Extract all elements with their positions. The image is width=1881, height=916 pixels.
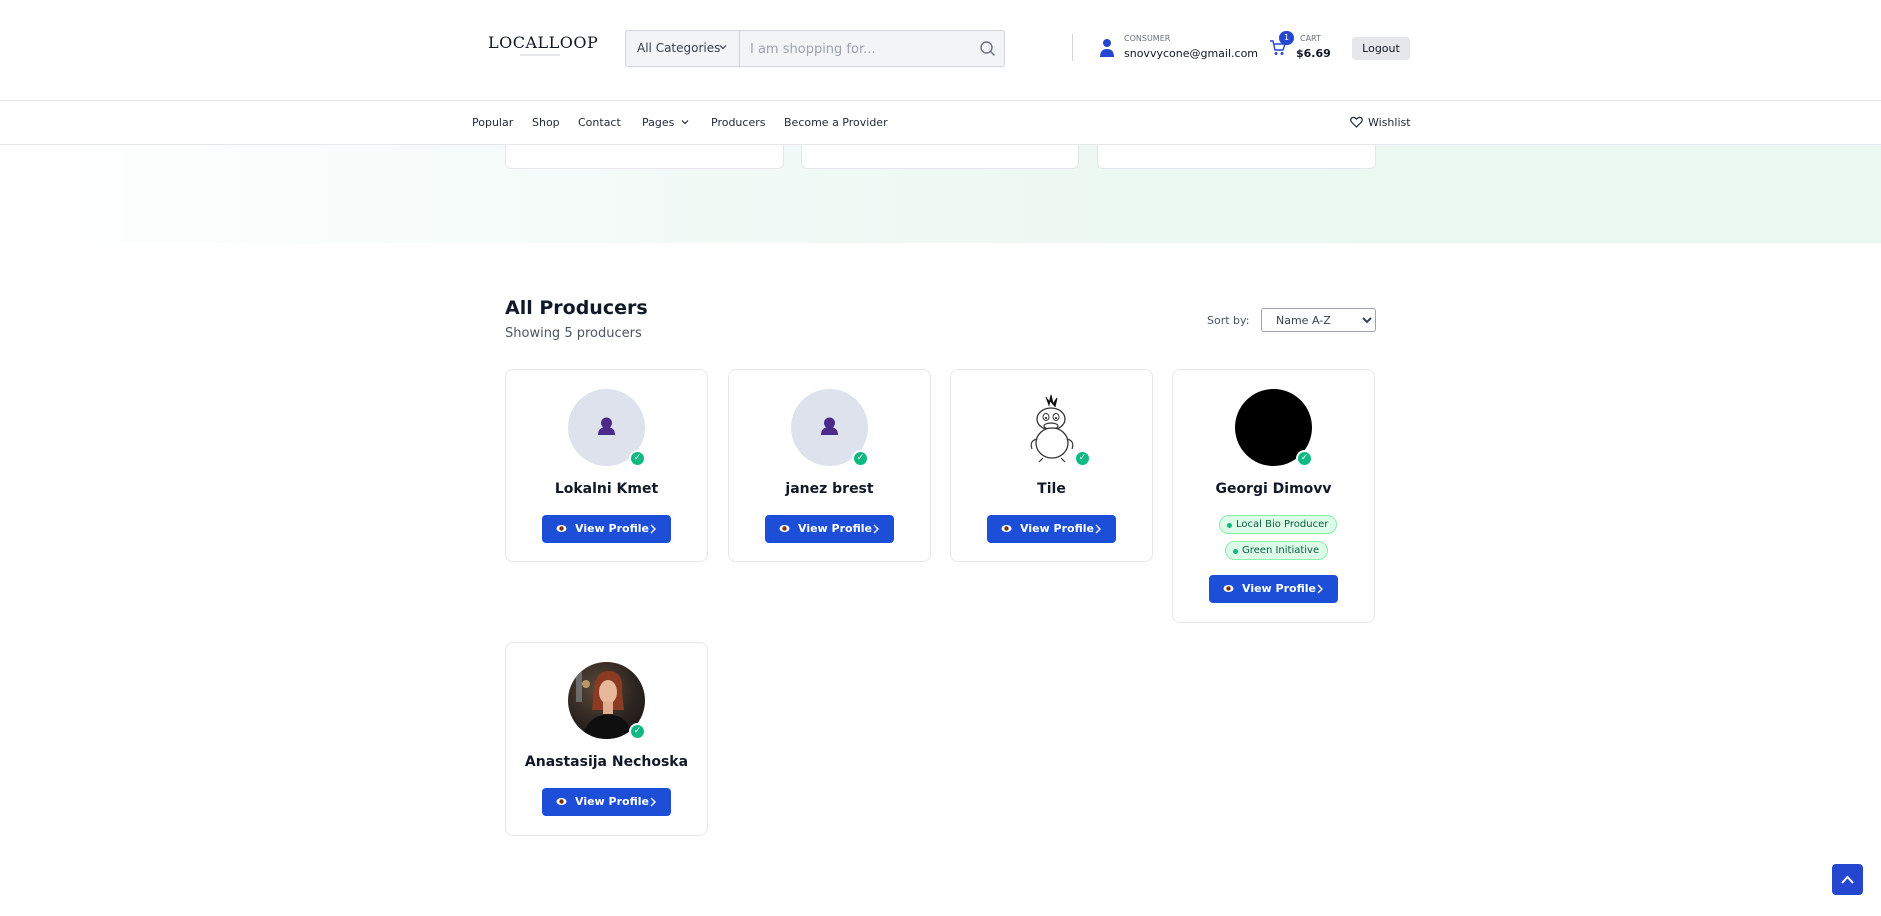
sort-select[interactable]: Name A-Z bbox=[1261, 308, 1376, 332]
logo-tagline-line bbox=[520, 54, 560, 56]
eye-icon bbox=[1001, 525, 1012, 532]
view-profile-button[interactable]: View Profile bbox=[1209, 575, 1338, 603]
user-icon[interactable] bbox=[1099, 38, 1115, 58]
producer-card: ✓ Anastasija Nechoska View Profile bbox=[505, 642, 708, 836]
chevron-right-icon bbox=[650, 524, 656, 534]
heart-icon bbox=[1350, 116, 1363, 128]
cart-count-badge: 1 bbox=[1279, 31, 1294, 45]
nav-item-popular[interactable]: Popular bbox=[472, 116, 513, 129]
site-logo[interactable]: LOCALLOOP bbox=[488, 33, 598, 52]
chevron-down-icon bbox=[718, 42, 728, 55]
view-profile-label: View Profile bbox=[1020, 522, 1094, 535]
producer-card: ✓ Georgi Dimovv Local Bio Producer Green… bbox=[1172, 369, 1375, 623]
section-subtitle: Showing 5 producers bbox=[505, 326, 642, 341]
main-nav: Popular Shop Contact Pages Producers Bec… bbox=[0, 101, 1881, 145]
chevron-down-icon[interactable] bbox=[680, 117, 690, 130]
chevron-right-icon bbox=[1095, 524, 1101, 534]
verified-check-icon: ✓ bbox=[629, 450, 646, 467]
view-profile-label: View Profile bbox=[798, 522, 872, 535]
account-role: CONSUMER bbox=[1124, 34, 1171, 43]
producer-card: ✓ janez brest View Profile bbox=[728, 369, 931, 562]
featured-card-edge bbox=[801, 145, 1079, 169]
account-email[interactable]: snovvycone@gmail.com bbox=[1124, 47, 1258, 60]
nav-item-pages[interactable]: Pages bbox=[642, 116, 674, 129]
producer-tag: Green Initiative bbox=[1225, 541, 1329, 560]
wishlist-label: Wishlist bbox=[1368, 116, 1411, 129]
eye-icon bbox=[779, 525, 790, 532]
header-divider bbox=[1072, 34, 1073, 61]
back-to-top-button[interactable] bbox=[1832, 864, 1863, 895]
site-header: LOCALLOOP All Categories CONSUMER snovvy… bbox=[0, 0, 1881, 101]
cart-total[interactable]: $6.69 bbox=[1296, 47, 1331, 60]
nav-item-producers[interactable]: Producers bbox=[711, 116, 765, 129]
search-bar: All Categories bbox=[625, 30, 1005, 67]
view-profile-label: View Profile bbox=[575, 795, 649, 808]
search-input[interactable] bbox=[750, 37, 970, 61]
eye-icon bbox=[1223, 585, 1234, 592]
nav-item-become-provider[interactable]: Become a Provider bbox=[784, 116, 888, 129]
chevron-right-icon bbox=[1317, 584, 1323, 594]
view-profile-label: View Profile bbox=[575, 522, 649, 535]
featured-card-edge bbox=[505, 145, 784, 169]
producer-card: ✓ Lokalni Kmet View Profile bbox=[505, 369, 708, 562]
chevron-right-icon bbox=[650, 797, 656, 807]
producer-name: Lokalni Kmet bbox=[554, 481, 659, 497]
featured-card-edge bbox=[1097, 145, 1376, 169]
verified-check-icon: ✓ bbox=[629, 723, 646, 740]
producer-name: Anastasija Nechoska bbox=[524, 754, 689, 770]
section-title: All Producers bbox=[505, 297, 648, 319]
producer-name: Georgi Dimovv bbox=[1215, 481, 1332, 497]
tag-label: Green Initiative bbox=[1242, 545, 1320, 556]
search-icon[interactable] bbox=[979, 40, 997, 58]
eye-icon bbox=[556, 798, 567, 805]
cart-label: CART bbox=[1300, 34, 1321, 43]
nav-item-contact[interactable]: Contact bbox=[578, 116, 621, 129]
tag-label: Local Bio Producer bbox=[1236, 519, 1329, 530]
view-profile-button[interactable]: View Profile bbox=[542, 788, 671, 816]
category-dropdown[interactable]: All Categories bbox=[626, 31, 740, 66]
arrow-up-icon bbox=[1841, 875, 1854, 884]
chevron-right-icon bbox=[873, 524, 879, 534]
producer-name: janez brest bbox=[785, 481, 874, 497]
view-profile-button[interactable]: View Profile bbox=[765, 515, 894, 543]
verified-check-icon: ✓ bbox=[1074, 450, 1091, 467]
view-profile-button[interactable]: View Profile bbox=[542, 515, 671, 543]
verified-check-icon: ✓ bbox=[852, 450, 869, 467]
producer-name: Tile bbox=[1037, 481, 1066, 497]
tag-dot bbox=[1227, 523, 1232, 528]
tag-dot bbox=[1233, 549, 1238, 554]
producer-card: ✓ Tile View Profile bbox=[950, 369, 1153, 562]
producer-tag: Local Bio Producer bbox=[1219, 515, 1338, 534]
verified-check-icon: ✓ bbox=[1296, 450, 1313, 467]
category-dropdown-label: All Categories bbox=[637, 41, 721, 55]
view-profile-label: View Profile bbox=[1242, 582, 1316, 595]
view-profile-button[interactable]: View Profile bbox=[987, 515, 1116, 543]
logout-button[interactable]: Logout bbox=[1352, 37, 1410, 60]
sort-label: Sort by: bbox=[1207, 314, 1250, 327]
nav-item-shop[interactable]: Shop bbox=[532, 116, 560, 129]
eye-icon bbox=[556, 525, 567, 532]
